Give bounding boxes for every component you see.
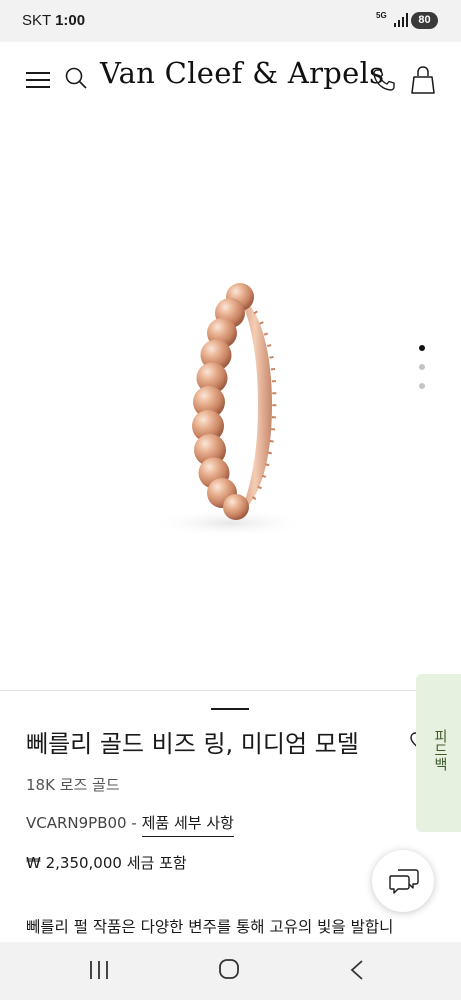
product-description: 뻬를리 펄 작품은 다양한 변주를 통해 고유의 빛을 발합니 — [26, 918, 394, 936]
feedback-label: 피드백 — [432, 729, 448, 771]
gallery-dot-3[interactable] — [419, 383, 425, 389]
sku-row: VCARN9PB00 - 제품 세부 사항 — [26, 812, 234, 837]
clock: 1:00 — [55, 12, 86, 29]
phone-icon[interactable] — [372, 68, 396, 92]
sheet-drag-handle[interactable] — [211, 708, 249, 710]
chat-button[interactable] — [372, 850, 434, 912]
network-type: 5G — [376, 11, 387, 20]
status-bar: SKT 1:00 5G 80 — [0, 0, 461, 42]
shopping-bag-icon[interactable] — [411, 66, 435, 94]
product-details-link[interactable]: 제품 세부 사항 — [141, 814, 234, 837]
chat-icon — [389, 869, 419, 894]
product-price: ₩ 2,350,000 세금 포함 — [26, 854, 187, 872]
product-sku: VCARN9PB00 — [26, 814, 127, 832]
gallery-dot-1[interactable] — [419, 345, 425, 351]
search-icon[interactable] — [64, 66, 88, 90]
signal-icon — [394, 13, 408, 27]
system-navigation-bar — [0, 942, 461, 1000]
home-icon[interactable] — [218, 958, 240, 980]
product-material: 18K 로즈 골드 — [26, 776, 120, 794]
status-carrier-time: SKT 1:00 — [22, 12, 85, 29]
product-title: 뻬를리 골드 비즈 링, 미디엄 모델 — [26, 730, 359, 758]
feedback-tab[interactable]: 피드백 — [416, 674, 461, 832]
back-icon[interactable] — [349, 959, 365, 981]
gallery-dot-2[interactable] — [419, 364, 425, 370]
menu-icon[interactable] — [26, 70, 50, 90]
product-image-gallery[interactable] — [0, 120, 461, 690]
recents-icon[interactable] — [88, 960, 110, 980]
sheet-divider — [0, 690, 461, 691]
sku-separator: - — [131, 814, 137, 832]
ring-product-image — [150, 283, 310, 537]
carrier-label: SKT — [22, 12, 51, 29]
battery-indicator: 80 — [411, 12, 438, 29]
brand-logo[interactable]: Van Cleef & Arpels — [100, 56, 384, 90]
